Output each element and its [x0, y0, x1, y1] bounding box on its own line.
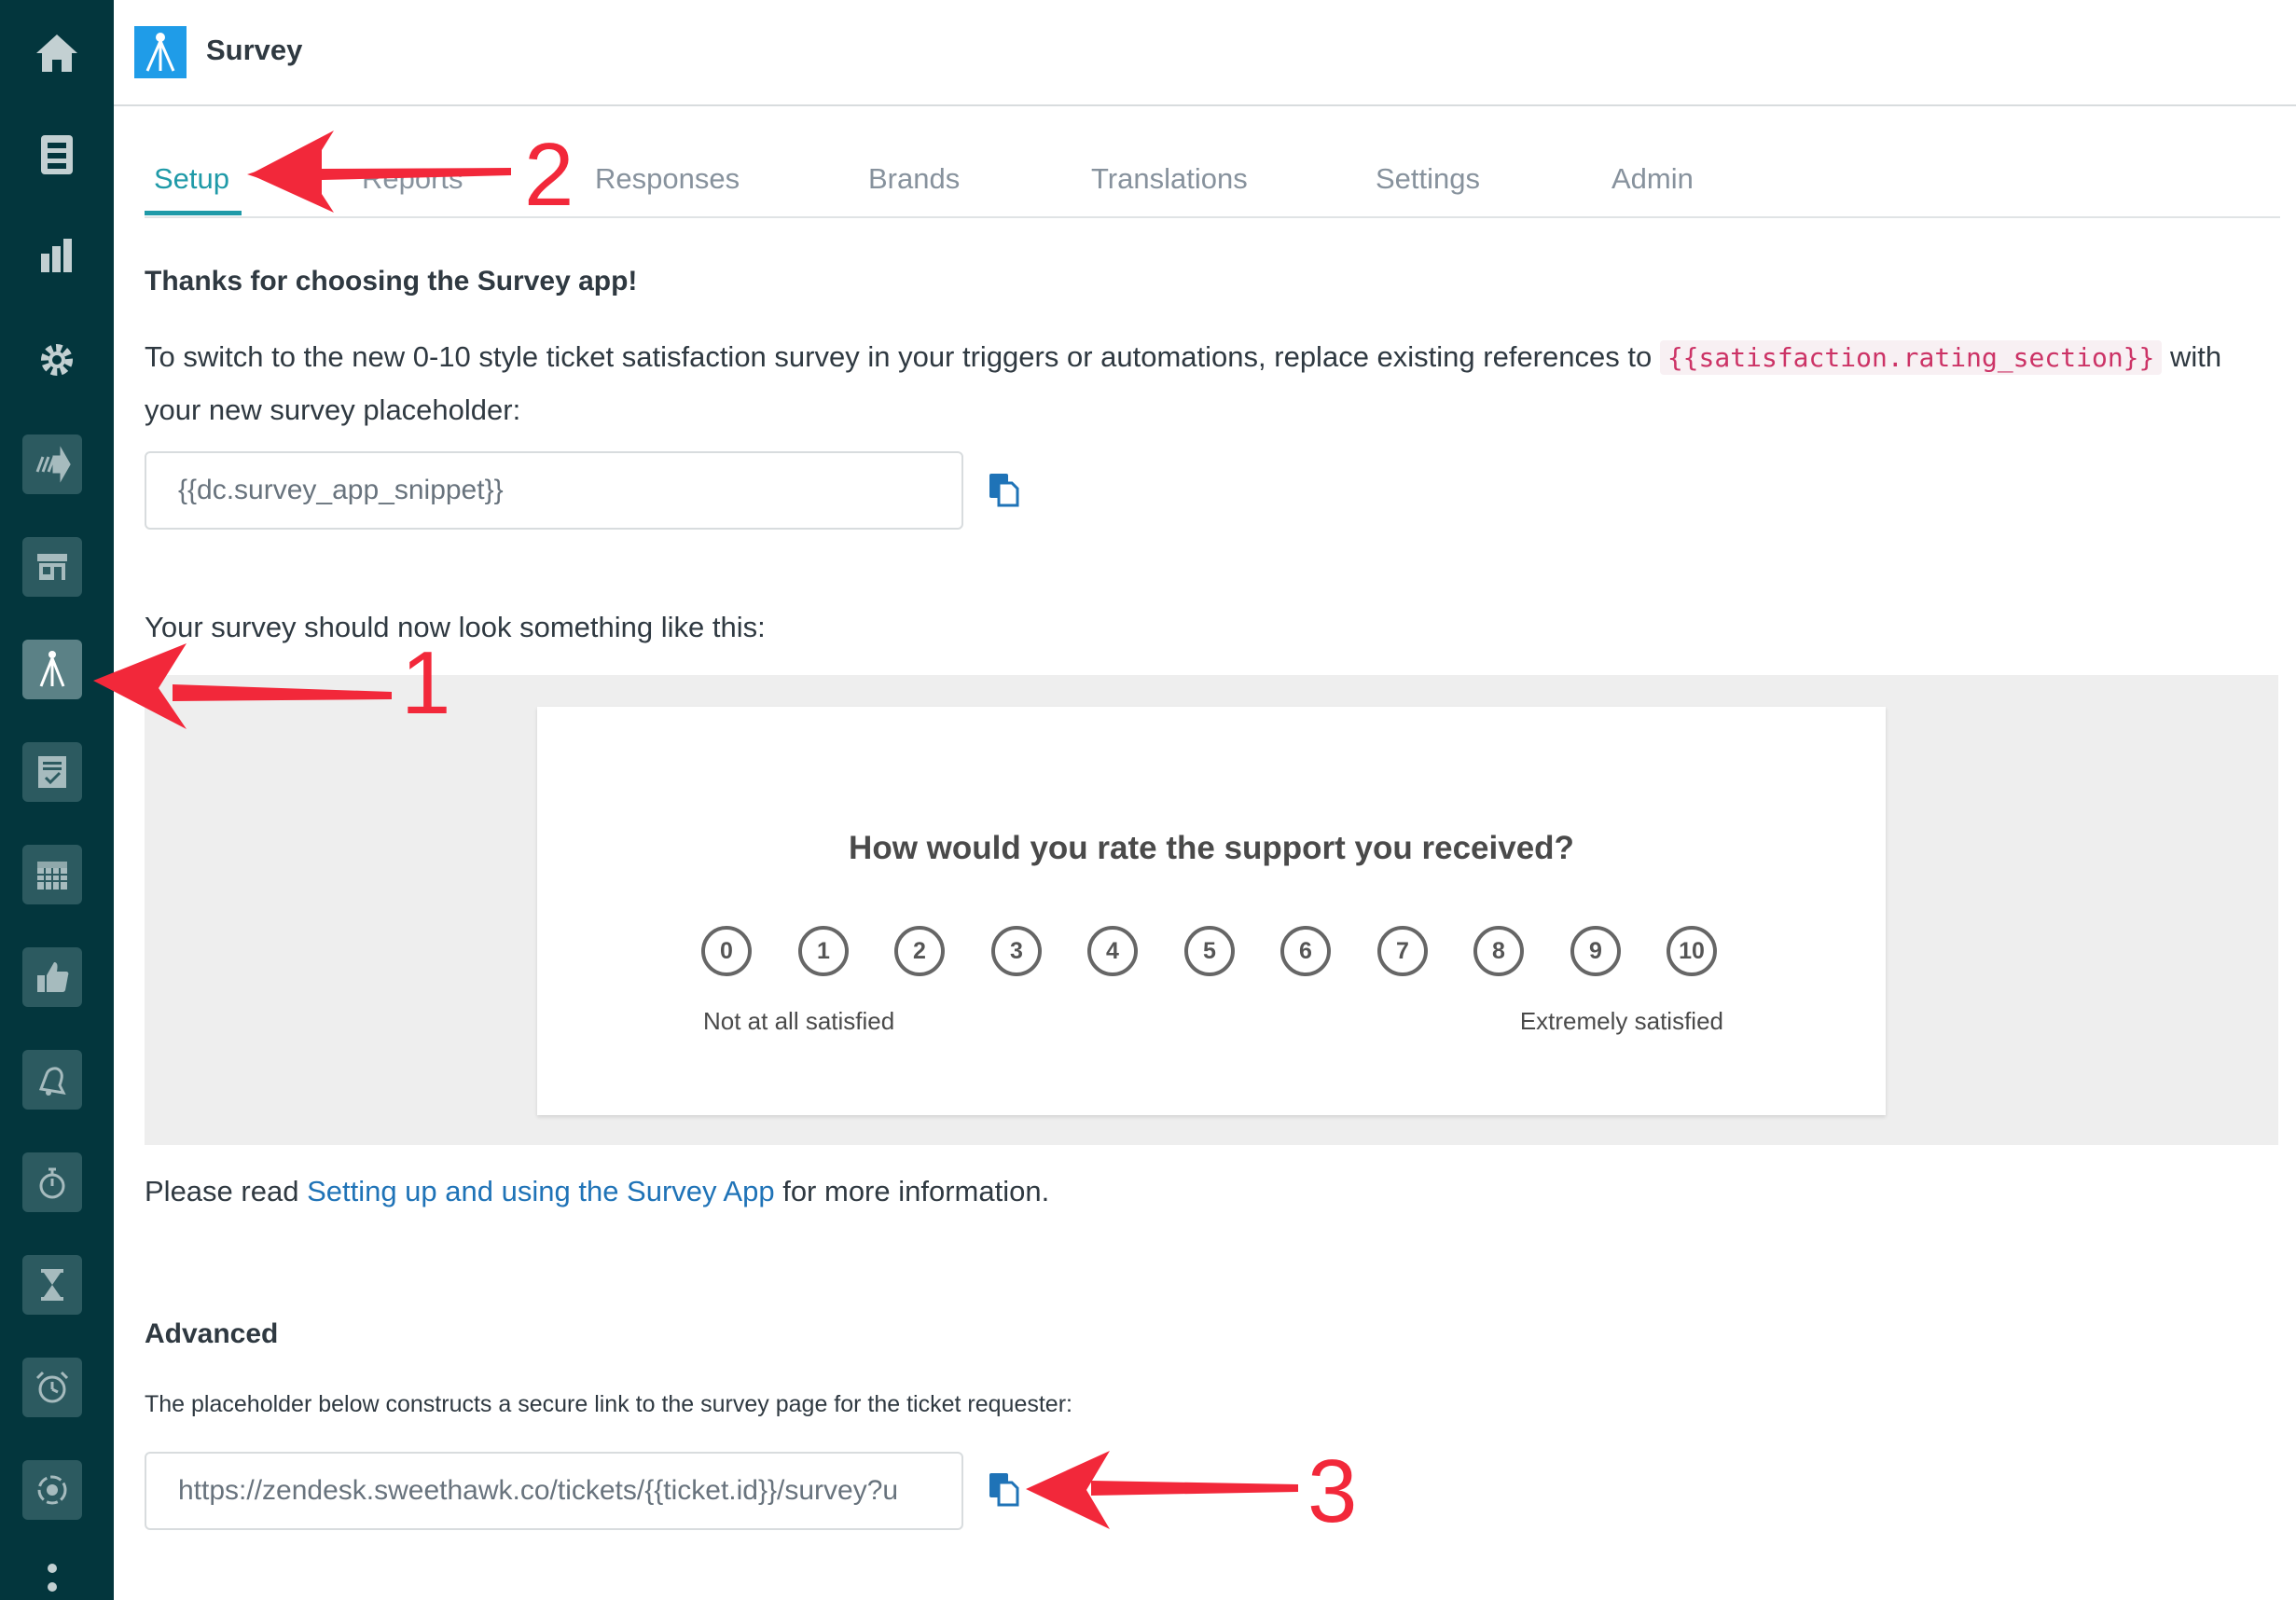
home-icon	[36, 34, 77, 72]
sidebar-item-reporting[interactable]	[32, 237, 82, 282]
read-more-suffix: for more information.	[774, 1175, 1050, 1207]
page-title: Survey	[206, 34, 303, 66]
sidebar-item-alarm-clock-app[interactable]	[22, 1358, 82, 1417]
shop-app-icon	[37, 554, 67, 580]
intro-text: To switch to the new 0-10 style ticket s…	[145, 340, 1660, 373]
survey-app-window: Survey Setup Reports Responses Brands Tr…	[0, 0, 2296, 1600]
sidebar-item-home[interactable]	[32, 32, 82, 76]
tab-admin[interactable]: Admin	[1611, 162, 1694, 196]
sidebar-item-shop-app[interactable]	[22, 537, 82, 597]
read-more-text: Please read Setting up and using the Sur…	[145, 1175, 1049, 1208]
rating-option[interactable]: 5	[1184, 926, 1235, 976]
survey-app-icon	[39, 651, 65, 687]
rating-option[interactable]: 2	[894, 926, 945, 976]
survey-link-input[interactable]	[146, 1454, 961, 1528]
tab-setup[interactable]: Setup	[154, 162, 229, 196]
sidebar	[0, 0, 114, 1600]
setup-heading: Thanks for choosing the Survey app!	[145, 266, 638, 297]
alarm-clock-app-icon	[35, 1371, 69, 1403]
survey-logo-icon	[134, 26, 187, 78]
active-tab-indicator	[145, 211, 242, 215]
preview-label: Your survey should now look something li…	[145, 611, 766, 643]
more-icon[interactable]	[47, 1563, 58, 1600]
rating-option[interactable]: 7	[1377, 926, 1428, 976]
callout-arrow-3: 3	[1026, 1441, 1357, 1541]
rating-option[interactable]: 6	[1280, 926, 1331, 976]
survey-preview-card: How would you rate the support you recei…	[537, 707, 1886, 1115]
timer-app-icon	[39, 1167, 65, 1199]
tab-responses[interactable]: Responses	[595, 162, 740, 196]
checklist-app-icon	[38, 756, 66, 788]
sidebar-item-forward-app[interactable]	[22, 434, 82, 494]
thumbs-up-app-icon	[37, 962, 69, 992]
reporting-icon	[41, 239, 72, 272]
placeholder-code: {{satisfaction.rating_section}}	[1659, 340, 2163, 375]
tab-translations[interactable]: Translations	[1091, 162, 1248, 196]
sidebar-item-checklist-app[interactable]	[22, 742, 82, 802]
setup-intro: To switch to the new 0-10 style ticket s…	[145, 331, 2252, 436]
rating-high-label: Extremely satisfied	[1519, 1007, 1723, 1035]
admin-gear-icon	[41, 344, 73, 376]
sidebar-item-timer-app[interactable]	[22, 1152, 82, 1212]
views-icon	[41, 135, 73, 174]
rating-option[interactable]: 8	[1473, 926, 1524, 976]
sidebar-item-hourglass-app[interactable]	[22, 1255, 82, 1315]
hourglass-app-icon	[41, 1269, 63, 1301]
sidebar-item-sync-app[interactable]	[22, 1460, 82, 1520]
sidebar-item-thumbs-up-app[interactable]	[22, 947, 82, 1007]
tab-bar: Setup Reports Responses Brands Translati…	[145, 147, 2280, 218]
advanced-description: The placeholder below constructs a secur…	[145, 1391, 1072, 1417]
survey-preview-area: How would you rate the support you recei…	[145, 675, 2278, 1145]
forward-app-icon	[35, 446, 71, 483]
rating-option[interactable]: 4	[1087, 926, 1138, 976]
rating-option[interactable]: 0	[701, 926, 752, 976]
tab-settings[interactable]: Settings	[1376, 162, 1480, 196]
tab-reports[interactable]: Reports	[362, 162, 463, 196]
sidebar-item-survey-app[interactable]	[22, 640, 82, 699]
survey-question: How would you rate the support you recei…	[849, 830, 1574, 866]
copy-snippet-button[interactable]	[988, 472, 1021, 509]
advanced-heading: Advanced	[145, 1318, 279, 1349]
rating-low-label: Not at all satisfied	[703, 1007, 895, 1035]
copy-link-button[interactable]	[988, 1471, 1021, 1509]
snippet-input[interactable]	[146, 453, 961, 528]
calendar-app-icon	[37, 862, 67, 890]
sidebar-item-calendar-app[interactable]	[22, 845, 82, 904]
survey-link-field[interactable]	[145, 1452, 963, 1530]
callout-number-3: 3	[1307, 1441, 1357, 1541]
app-header: Survey	[114, 0, 2296, 106]
rating-option[interactable]: 10	[1667, 926, 1717, 976]
rating-option[interactable]: 9	[1570, 926, 1621, 976]
sync-app-icon	[37, 1475, 67, 1505]
snippet-field[interactable]	[145, 451, 963, 530]
rating-option[interactable]: 3	[991, 926, 1042, 976]
copy-icon	[989, 1473, 1019, 1507]
survey-help-link[interactable]: Setting up and using the Survey App	[307, 1175, 775, 1207]
read-more-prefix: Please read	[145, 1175, 308, 1207]
copy-icon	[989, 474, 1019, 507]
tab-brands[interactable]: Brands	[868, 162, 960, 196]
sidebar-item-bell-app[interactable]	[22, 1050, 82, 1110]
bell-app-icon	[38, 1067, 66, 1096]
rating-option[interactable]: 1	[798, 926, 849, 976]
sidebar-item-admin[interactable]	[32, 339, 82, 384]
sidebar-item-views[interactable]	[32, 132, 82, 177]
